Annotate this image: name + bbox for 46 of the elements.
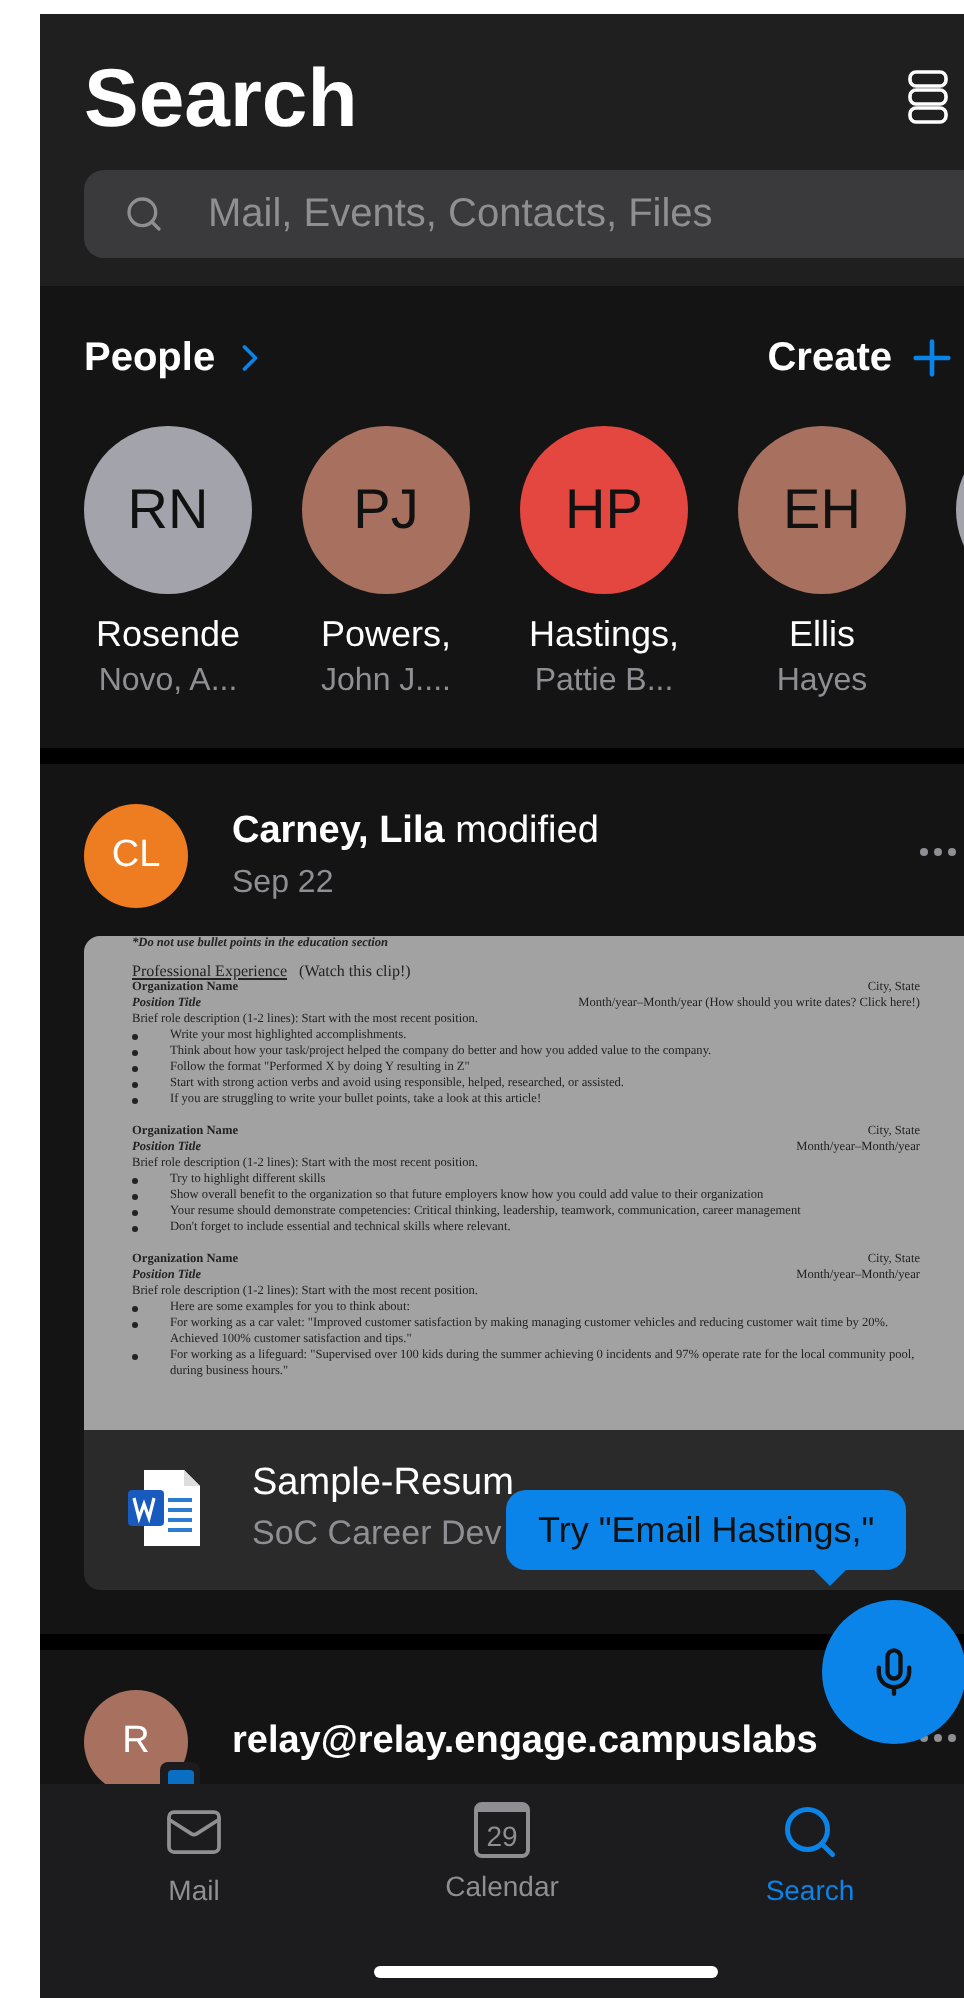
menu-icon[interactable] [908, 70, 948, 126]
contact-name: Hastings, [528, 614, 680, 656]
activity-date: Sep 22 [232, 866, 336, 902]
contact-name: Ellis [788, 614, 855, 656]
bullet-icon [132, 1050, 138, 1056]
contact-avatar[interactable]: CL [84, 804, 188, 908]
bullet-icon [132, 1322, 138, 1328]
search-icon [124, 194, 164, 234]
contact-avatar[interactable]: RN [84, 426, 252, 594]
contact-name: Rosende [95, 614, 241, 656]
search-icon [780, 1802, 840, 1862]
tab-button[interactable]: Mail [104, 1800, 284, 1912]
more-icon[interactable] [920, 848, 956, 856]
activity-title: relay@relay.engage.campuslabs [232, 1720, 820, 1764]
contact-name: Pattie B... [534, 664, 674, 700]
people-link[interactable]: People [84, 335, 272, 381]
contact-name: Novo, A... [98, 664, 238, 700]
contact-name: Hayes [776, 664, 868, 700]
file-card[interactable] [84, 936, 964, 1590]
contact-name: Powers, [320, 614, 452, 656]
file-source: SoC Career Dev [252, 1514, 504, 1554]
bullet-icon [132, 1066, 138, 1072]
bullet-icon [132, 1194, 138, 1200]
bullet-icon [132, 1354, 138, 1360]
bullet-icon [132, 1306, 138, 1312]
bullet-icon [132, 1034, 138, 1040]
contact-avatar[interactable]: HP [520, 426, 688, 594]
tooltip-pointer-icon [814, 1570, 847, 1586]
contact-avatar[interactable]: EH [738, 426, 906, 594]
document-heading: Professional Experience [132, 964, 288, 980]
calendar-icon: 29 [474, 1802, 530, 1858]
activity-title: Carney, Lila modified [232, 810, 601, 854]
page-title: Search [84, 50, 358, 146]
bullet-icon [132, 1210, 138, 1216]
bullet-icon [132, 1178, 138, 1184]
bullet-icon [132, 1082, 138, 1088]
tab-button[interactable]: Search [720, 1800, 900, 1912]
tab-button[interactable]: 29 Calendar [412, 1800, 592, 1912]
search-field[interactable]: Mail, Events, Contacts, Files [84, 170, 964, 258]
bullet-icon [132, 1226, 138, 1232]
contact-avatar[interactable]: R [84, 1690, 188, 1784]
contact-name: John J.... [321, 664, 451, 700]
bullet-icon [132, 1098, 138, 1104]
document-text: (Watch this clip!) [299, 964, 411, 980]
contact-avatar[interactable]: PJ [302, 426, 470, 594]
create-button[interactable]: Create [767, 330, 960, 386]
